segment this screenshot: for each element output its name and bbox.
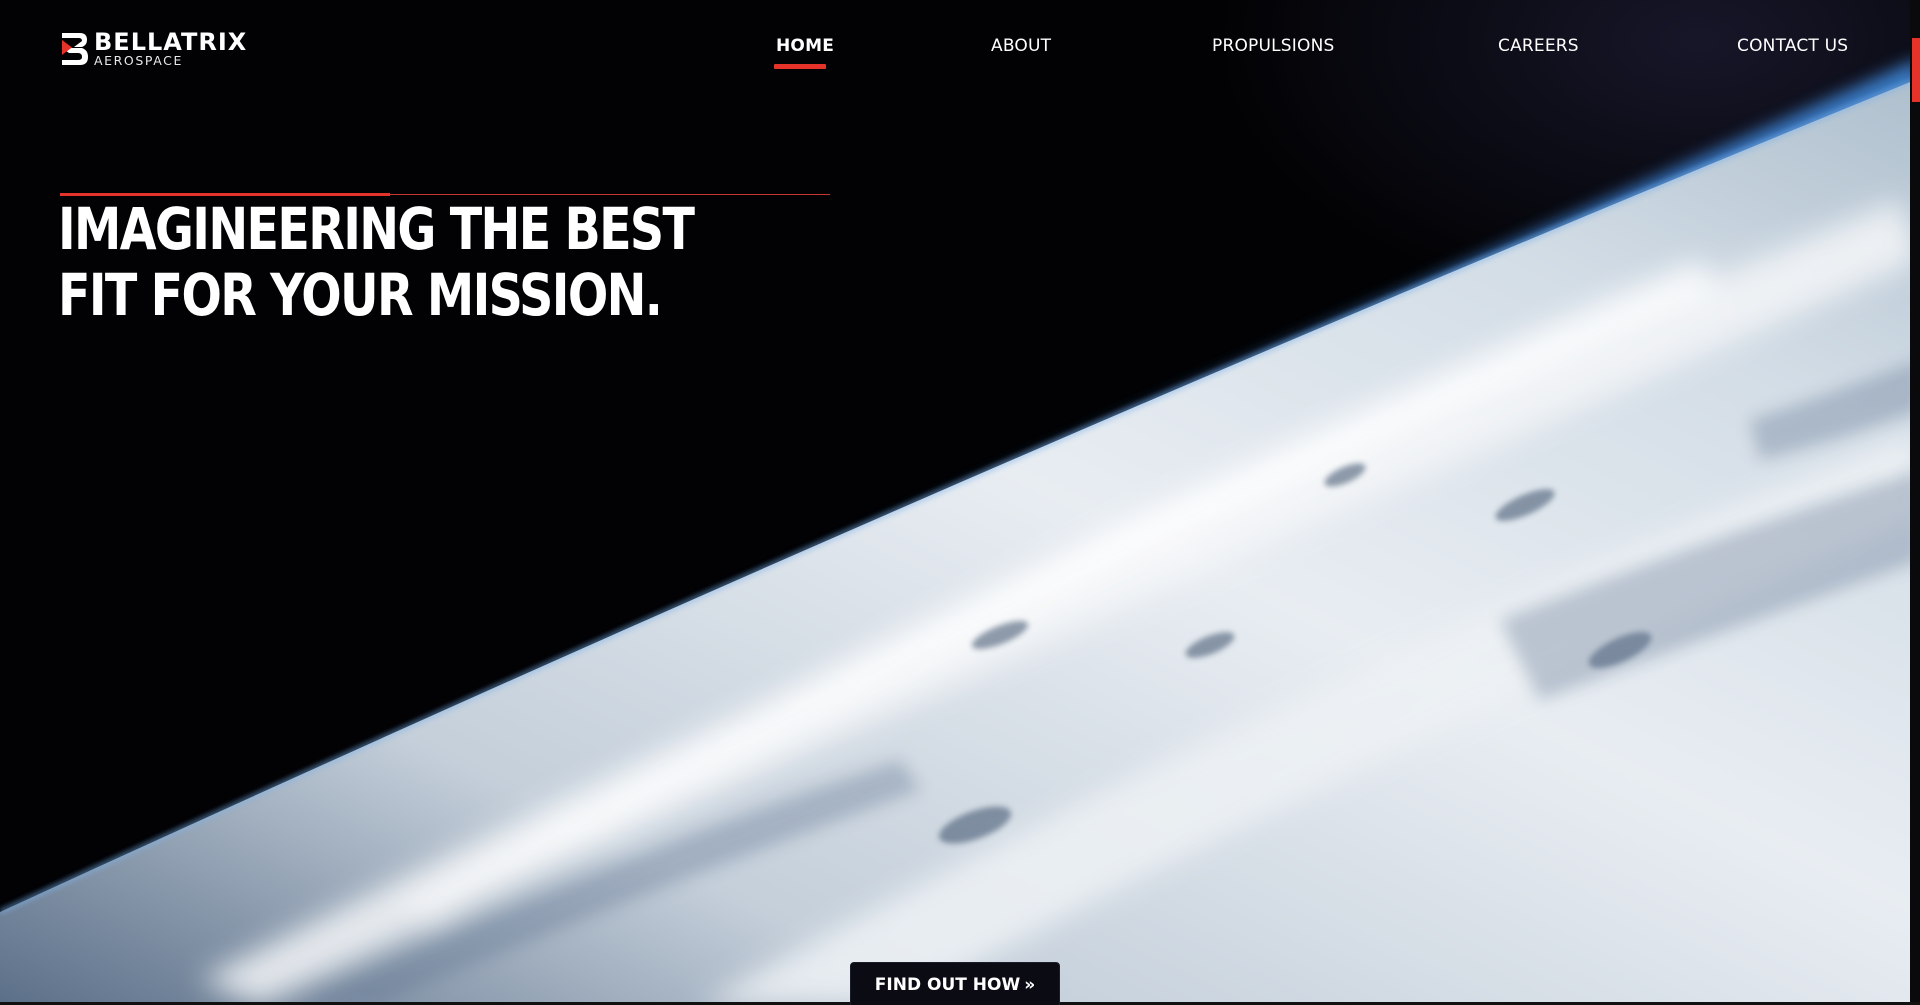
nav-item-home[interactable]: HOME <box>776 36 834 56</box>
find-out-how-button[interactable]: FIND OUT HOW » <box>850 962 1060 1005</box>
find-out-how-label: FIND OUT HOW <box>874 975 1021 995</box>
nav-active-indicator <box>774 64 826 69</box>
hero-headline: IMAGINEERING THE BEST FIT FOR YOUR MISSI… <box>58 195 695 329</box>
hero-earth-image <box>0 0 1920 1005</box>
nav-item-contact-us[interactable]: CONTACT US <box>1737 36 1848 56</box>
page: BELLATRIX AEROSPACE HOME ABOUT PROPULSIO… <box>0 0 1920 1005</box>
page-scrollbar-track[interactable] <box>1910 0 1920 1005</box>
double-chevron-right-icon: » <box>1024 975 1036 995</box>
main-nav: HOME ABOUT PROPULSIONS CAREERS CONTACT U… <box>0 36 1920 76</box>
nav-item-careers[interactable]: CAREERS <box>1498 36 1579 56</box>
nav-item-about[interactable]: ABOUT <box>991 36 1051 56</box>
nav-item-propulsions[interactable]: PROPULSIONS <box>1212 36 1335 56</box>
